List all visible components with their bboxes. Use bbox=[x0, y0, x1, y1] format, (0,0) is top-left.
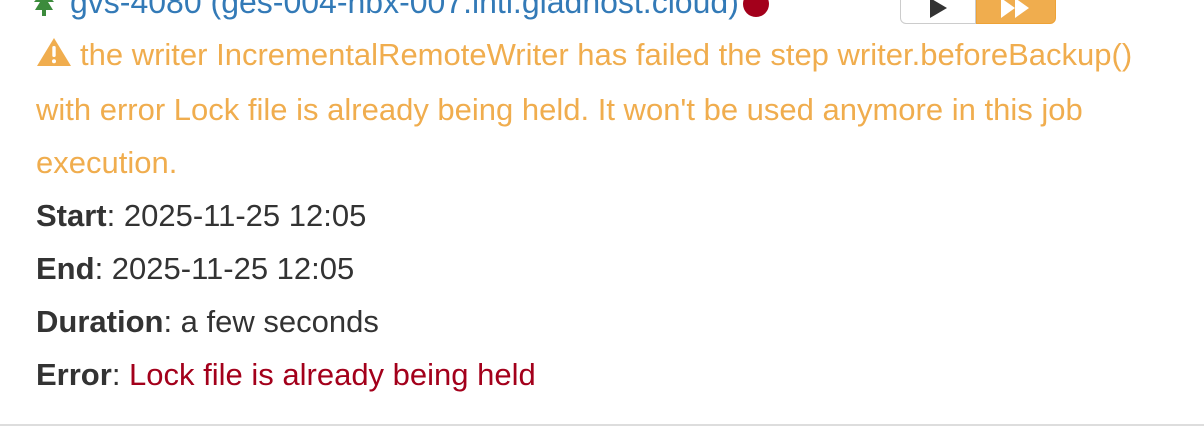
divider bbox=[0, 424, 1204, 426]
error-row: Error: Lock file is already being held bbox=[36, 357, 536, 392]
job-log-panel: gvs-4080 (ges-004-hbx-007.intl.gladhost.… bbox=[0, 0, 1204, 444]
duration-label: Duration bbox=[36, 304, 164, 339]
tree-icon bbox=[32, 0, 56, 16]
error-label: Error bbox=[36, 357, 112, 392]
job-header: gvs-4080 (ges-004-hbx-007.intl.gladhost.… bbox=[32, 0, 769, 22]
duration-value: a few seconds bbox=[180, 304, 379, 339]
status-error-icon bbox=[742, 0, 769, 17]
error-value: Lock file is already being held bbox=[129, 357, 536, 392]
play-icon bbox=[930, 0, 947, 18]
fast-forward-icon bbox=[1001, 0, 1029, 18]
host-link[interactable]: gvs-4080 (ges-004-hbx-007.intl.gladhost.… bbox=[70, 0, 739, 21]
writer-warning: the writer IncrementalRemoteWriter has f… bbox=[36, 28, 1184, 189]
duration-row: Duration: a few seconds bbox=[36, 304, 379, 339]
job-action-buttons bbox=[900, 0, 1056, 24]
play-button[interactable] bbox=[900, 0, 976, 24]
end-row: End: 2025-11-25 12:05 bbox=[36, 251, 355, 286]
start-value: 2025-11-25 12:05 bbox=[123, 198, 367, 233]
fast-forward-button[interactable] bbox=[976, 0, 1056, 24]
job-details: the writer IncrementalRemoteWriter has f… bbox=[36, 28, 1184, 401]
end-label: End bbox=[36, 251, 95, 286]
warning-text: the writer IncrementalRemoteWriter has f… bbox=[36, 37, 1133, 180]
warning-triangle-icon bbox=[36, 30, 72, 83]
start-label: Start bbox=[36, 198, 107, 233]
end-value: 2025-11-25 12:05 bbox=[111, 251, 355, 286]
start-row: Start: 2025-11-25 12:05 bbox=[36, 198, 367, 233]
